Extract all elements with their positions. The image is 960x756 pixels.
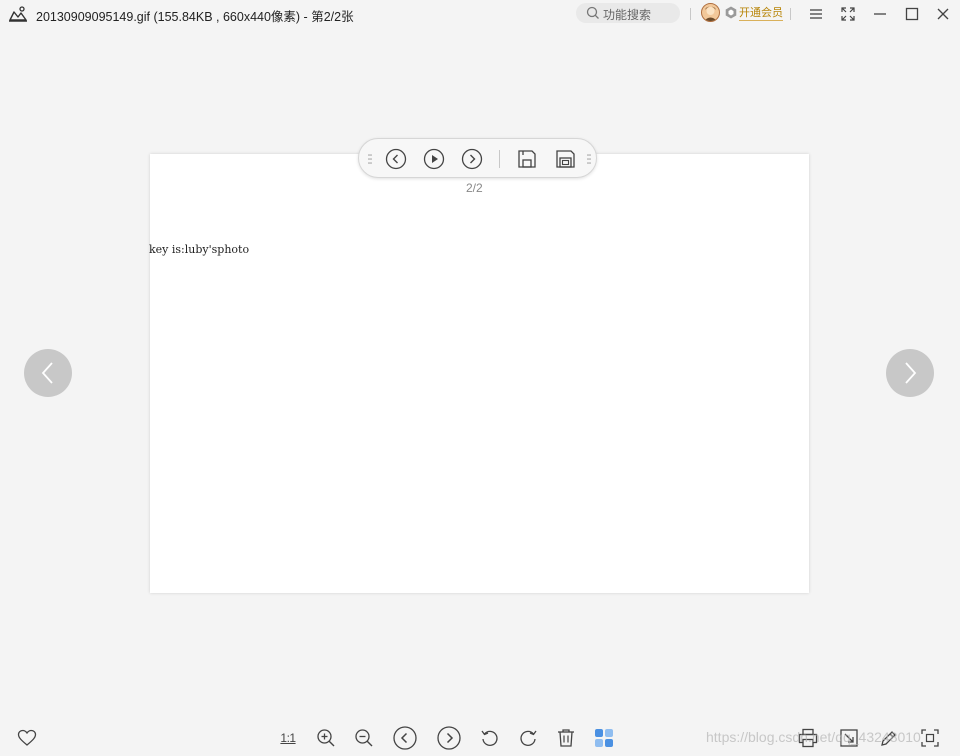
window-title: 20130909095149.gif (155.84KB , 660x440像素… <box>36 10 354 24</box>
vip-button[interactable]: 开通会员 <box>725 3 783 21</box>
delete-icon <box>557 728 575 748</box>
close-button[interactable] <box>934 5 952 23</box>
title-bar: 20130909095149.gif (155.84KB , 660x440像素… <box>0 0 960 28</box>
favorite-icon <box>17 729 37 747</box>
fit-screen-button[interactable] <box>918 726 942 750</box>
next-button[interactable] <box>437 726 461 750</box>
rotate-left-icon <box>480 728 500 748</box>
next-circle-icon <box>461 148 483 170</box>
menu-button[interactable] <box>807 5 825 23</box>
minimize-button[interactable] <box>871 5 889 23</box>
page-indicator: 2/2 <box>466 181 483 195</box>
app-logo-icon <box>8 5 28 23</box>
watermark: https://blog.csdn.net/qq_43248010 <box>706 729 921 745</box>
rotate-right-icon <box>518 728 538 748</box>
thumbnails-button[interactable] <box>592 726 616 750</box>
thumbnails-icon <box>594 728 614 748</box>
image-text: key is:luby'sphoto <box>149 243 250 256</box>
vip-badge-icon <box>725 6 737 19</box>
prev-circle-icon <box>385 148 407 170</box>
save-as-icon <box>555 149 577 169</box>
save-as-button[interactable] <box>554 147 578 171</box>
search-placeholder: 功能搜索 <box>603 8 652 22</box>
image-canvas[interactable] <box>150 154 809 593</box>
actual-size-button[interactable]: 1:1 <box>276 726 300 750</box>
previous-button[interactable] <box>393 726 417 750</box>
next-icon <box>437 726 461 750</box>
actual-size-icon: 1:1 <box>280 731 296 745</box>
close-icon <box>936 7 950 21</box>
save-icon <box>517 149 537 169</box>
fit-screen-icon <box>920 728 940 748</box>
side-prev-button[interactable] <box>24 349 72 397</box>
divider <box>790 8 791 20</box>
play-icon <box>423 148 445 170</box>
favorite-button[interactable] <box>15 726 39 750</box>
maximize-icon <box>905 7 919 21</box>
zoom-out-button[interactable] <box>352 726 376 750</box>
search-icon <box>586 6 600 20</box>
chevron-right-icon <box>900 361 920 385</box>
next-image-button[interactable] <box>460 147 484 171</box>
floating-toolbar <box>358 138 597 178</box>
save-button[interactable] <box>515 147 539 171</box>
zoom-out-icon <box>354 728 374 748</box>
minimize-icon <box>873 7 887 21</box>
zoom-in-button[interactable] <box>314 726 338 750</box>
slideshow-button[interactable] <box>422 147 446 171</box>
drag-handle-left[interactable] <box>368 153 372 165</box>
avatar[interactable] <box>701 3 720 22</box>
divider <box>499 150 500 168</box>
menu-icon <box>809 8 823 20</box>
previous-icon <box>393 726 417 750</box>
zoom-in-icon <box>316 728 336 748</box>
fullscreen-button[interactable] <box>839 5 857 23</box>
divider <box>690 8 691 20</box>
vip-label: 开通会员 <box>739 4 783 21</box>
delete-button[interactable] <box>554 726 578 750</box>
rotate-left-button[interactable] <box>478 726 502 750</box>
side-next-button[interactable] <box>886 349 934 397</box>
feature-search-box[interactable]: 功能搜索 <box>576 3 680 23</box>
prev-image-button[interactable] <box>384 147 408 171</box>
maximize-button[interactable] <box>903 5 921 23</box>
rotate-right-button[interactable] <box>516 726 540 750</box>
fullscreen-icon <box>841 7 855 21</box>
drag-handle-right[interactable] <box>587 153 591 165</box>
chevron-left-icon <box>38 361 58 385</box>
